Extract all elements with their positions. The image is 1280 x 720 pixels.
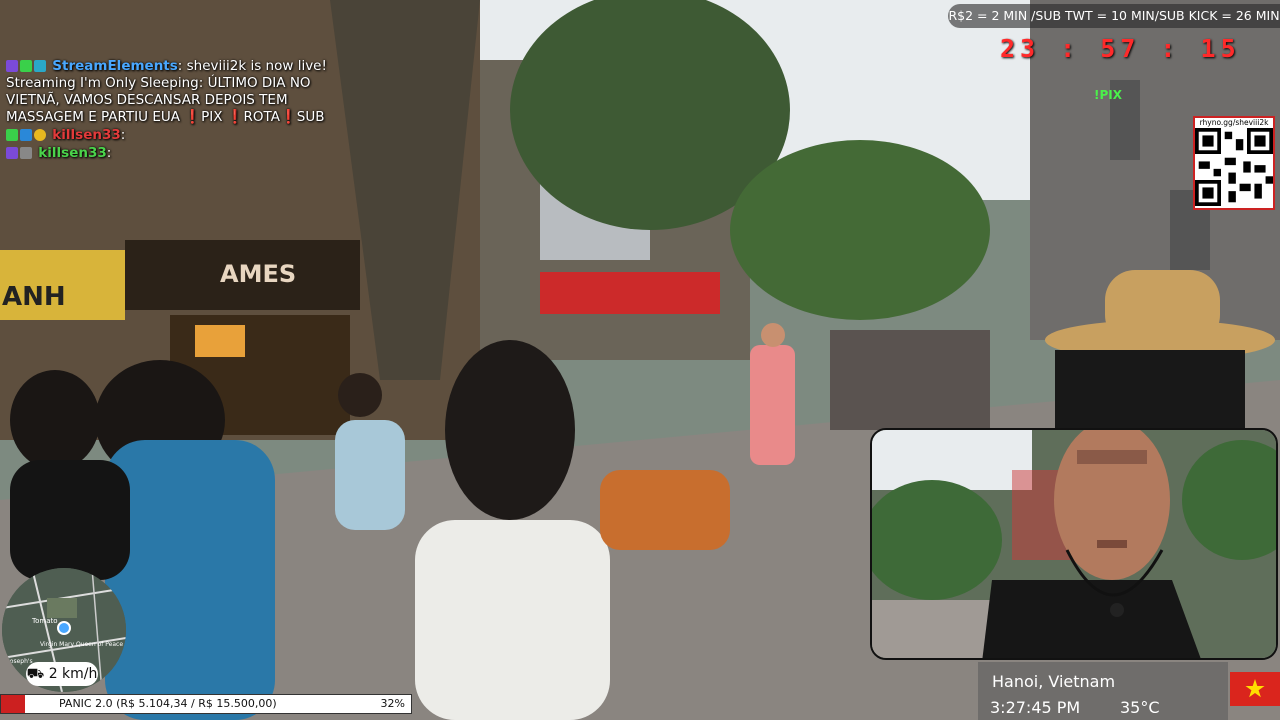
chat-message: StreamElements: sheviii2k is now live! S…	[6, 58, 336, 126]
chat-username: StreamElements	[52, 58, 178, 74]
location-city: Hanoi, Vietnam	[992, 672, 1116, 691]
donation-goal-bar: PANIC 2.0 (R$ 5.104,34 / R$ 15.500,00) 3…	[0, 694, 412, 714]
goal-percent: 32%	[380, 697, 405, 710]
goal-text: PANIC 2.0 (R$ 5.104,34 / R$ 15.500,00)	[59, 697, 277, 710]
bot-badge-icon	[34, 60, 46, 72]
verified-badge-icon	[20, 60, 32, 72]
qr-code-panel[interactable]: rhyno.gg/sheviii2k	[1193, 116, 1275, 210]
webcam-inset	[870, 428, 1278, 660]
donation-rules-banner: R$2 = 2 MIN /SUB TWT = 10 MIN/SUB KICK =…	[948, 4, 1280, 28]
twitch-badge-icon	[6, 147, 18, 159]
chat-username: killsen33	[38, 145, 107, 161]
svg-text:ANH: ANH	[2, 282, 66, 312]
subscriber-badge-icon	[20, 129, 32, 141]
chat-text: :	[120, 127, 126, 143]
location-info-panel: Hanoi, Vietnam 3:27:45 PM 35°C	[978, 662, 1228, 720]
vietnam-flag-icon	[1230, 672, 1280, 706]
temperature: 35°C	[1120, 698, 1160, 717]
car-icon: ⛟	[26, 666, 45, 682]
chat-username: killsen33	[52, 127, 121, 143]
qr-url: rhyno.gg/sheviii2k	[1199, 118, 1269, 127]
chat-message: killsen33:	[6, 127, 336, 144]
kick-badge-icon	[6, 129, 18, 141]
map-label: Virgin Mary Queen of Peace	[40, 641, 123, 648]
local-time: 3:27:45 PM	[990, 698, 1081, 717]
countdown-timer: 23 : 57 : 15	[1000, 34, 1241, 63]
map-label: Tomato	[31, 617, 58, 625]
svg-text:AMES: AMES	[220, 260, 296, 288]
user-badge-icon	[20, 147, 32, 159]
current-location-icon	[57, 621, 71, 635]
speed-value: 2 km/h	[48, 666, 98, 682]
chat-overlay: StreamElements: sheviii2k is now live! S…	[6, 58, 336, 163]
goal-progress-fill	[1, 695, 25, 713]
chat-message: killsen33:	[6, 145, 336, 162]
pix-command-label: !PIX	[1094, 88, 1122, 102]
chat-text: :	[106, 145, 112, 161]
twitch-badge-icon	[6, 60, 18, 72]
coin-badge-icon	[34, 129, 46, 141]
qr-code-icon	[1195, 128, 1273, 206]
speed-indicator: ⛟ 2 km/h	[26, 662, 98, 686]
